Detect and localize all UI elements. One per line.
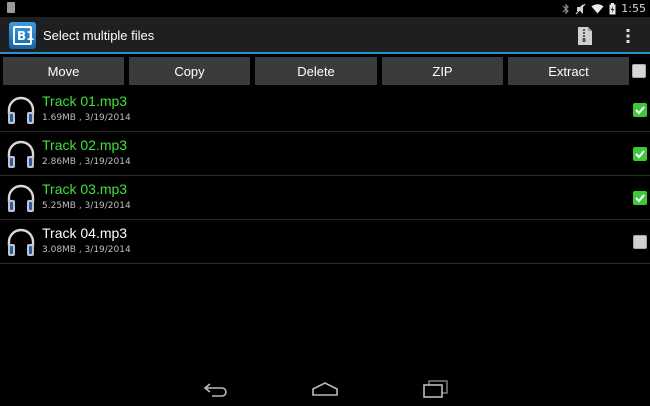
file-meta: 5.25MB , 3/19/2014 [42,201,131,211]
file-meta: 2.86MB , 3/19/2014 [42,157,131,167]
overflow-menu-icon [626,29,630,43]
headphones-icon [7,96,35,124]
zip-button[interactable]: ZIP [382,57,503,85]
file-checkbox[interactable] [633,147,647,161]
recents-icon [423,380,448,398]
archive-icon [578,27,592,45]
battery-icon [609,2,616,14]
file-checkbox[interactable] [633,235,647,249]
file-checkbox[interactable] [633,191,647,205]
status-icons: 1:55 [562,0,646,17]
file-row[interactable]: Track 03.mp3 5.25MB , 3/19/2014 [0,176,650,220]
home-button[interactable] [308,376,342,402]
navigation-bar [0,370,650,406]
operations-toolbar: Move Copy Delete ZIP Extract [0,54,650,88]
file-row[interactable]: Track 04.mp3 3.08MB , 3/19/2014 [0,220,650,264]
copy-button[interactable]: Copy [129,57,250,85]
file-name: Track 03.mp3 [42,181,128,197]
headphones-icon [7,184,35,212]
file-name: Track 01.mp3 [42,93,128,109]
back-button[interactable] [199,376,233,402]
status-bar: 1:55 [0,0,650,17]
check-icon [635,150,645,159]
bluetooth-icon [562,3,570,14]
move-button[interactable]: Move [3,57,124,85]
wifi-icon [591,4,604,14]
file-name: Track 04.mp3 [42,225,128,241]
page-title: Select multiple files [43,28,155,43]
file-checkbox[interactable] [633,103,647,117]
file-meta: 1.69MB , 3/19/2014 [42,113,131,123]
notification-icon [7,2,15,13]
file-meta: 3.08MB , 3/19/2014 [42,245,131,255]
mute-icon [575,3,586,14]
recents-button[interactable] [418,376,452,402]
file-row[interactable]: Track 01.mp3 1.69MB , 3/19/2014 [0,88,650,132]
extract-button[interactable]: Extract [508,57,629,85]
back-icon [203,383,227,397]
file-row[interactable]: Track 02.mp3 2.86MB , 3/19/2014 [0,132,650,176]
check-icon [635,194,645,203]
select-all-checkbox[interactable] [632,64,646,78]
overflow-menu-button[interactable] [615,23,641,49]
headphones-icon [7,140,35,168]
app-logo-text: B1 [17,29,35,43]
delete-button[interactable]: Delete [255,57,377,85]
app-logo-icon[interactable]: B1 [9,22,36,49]
check-icon [635,106,645,115]
clock: 1:55 [621,2,646,15]
headphones-icon [7,228,35,256]
archive-button[interactable] [572,23,598,49]
home-icon [312,382,338,396]
file-name: Track 02.mp3 [42,137,128,153]
